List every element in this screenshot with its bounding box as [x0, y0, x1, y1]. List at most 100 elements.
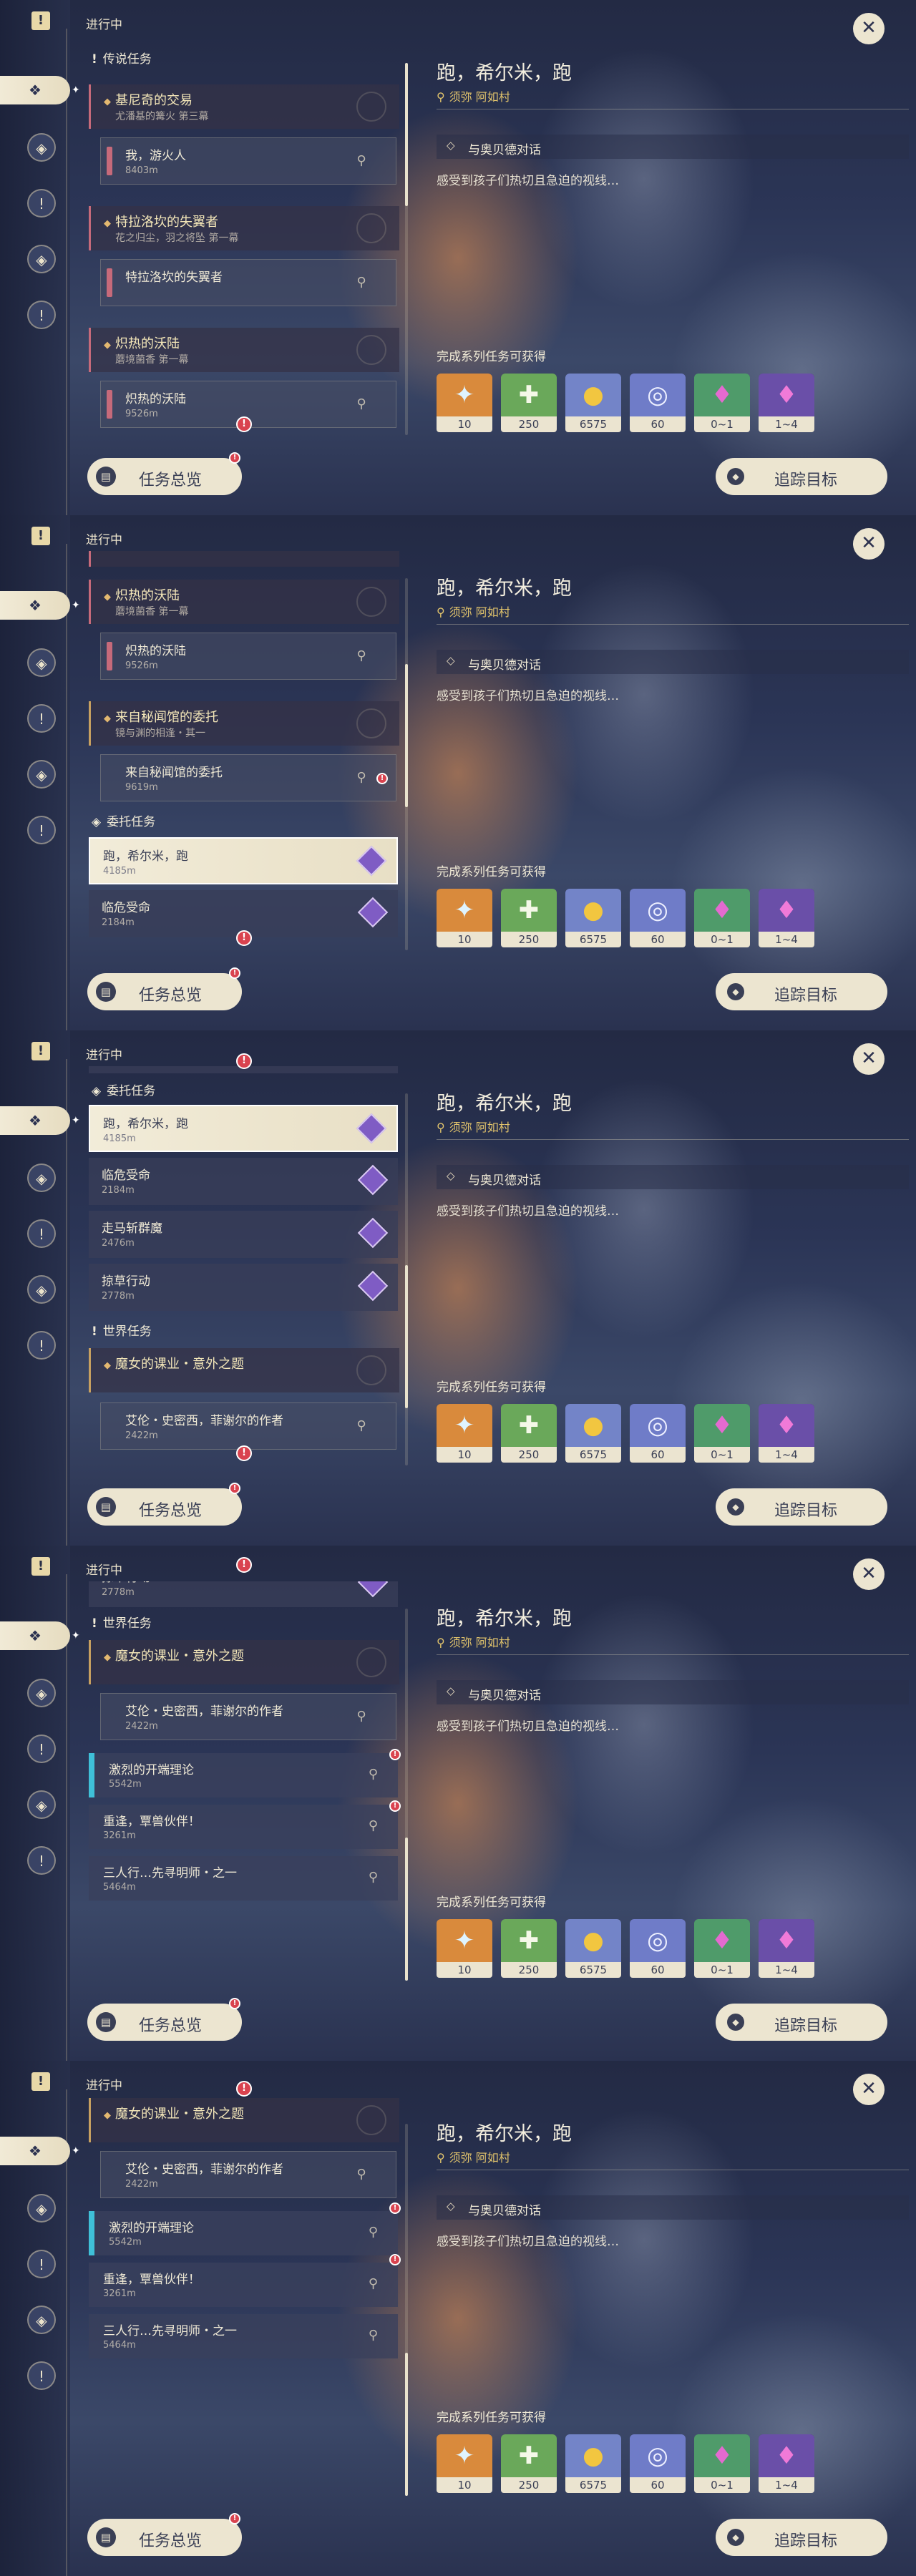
tab-all-quests[interactable]: ❖	[0, 591, 70, 620]
chain-header[interactable]: ◆ 魔女的课业・意外之题	[89, 2098, 399, 2142]
chain-header[interactable]: ◆ 基尼奇的交易 尤潘基的篝火 第三幕	[89, 84, 399, 129]
tab-world[interactable]: !	[27, 816, 56, 844]
track-button[interactable]: ◆ 追踪目标	[716, 2004, 887, 2041]
close-button[interactable]: ✕	[853, 528, 885, 560]
reward-item[interactable]: ✚ 250	[501, 2434, 557, 2493]
quest-entry[interactable]: 炽热的沃陆 9526m ⚲	[100, 633, 396, 680]
world-quest-item[interactable]: 激烈的开端理论 5542m ⚲	[89, 2211, 398, 2255]
tab-commission[interactable]: ◈	[27, 245, 56, 273]
tab-world[interactable]: !	[27, 1846, 56, 1875]
reward-item[interactable]: ♦ 1~4	[759, 1404, 814, 1463]
reward-item[interactable]: ✚ 250	[501, 889, 557, 947]
overview-button[interactable]: ▤ 任务总览 !	[87, 967, 242, 1010]
tab-archon[interactable]: !	[27, 704, 56, 733]
scroll-thumb[interactable]	[405, 1838, 408, 1981]
quest-entry[interactable]: 特拉洛坎的失翼者 ⚲	[100, 259, 396, 306]
scrollbar[interactable]	[405, 2124, 408, 2496]
overview-button[interactable]: ▤ 任务总览 !	[87, 452, 242, 495]
commission-item[interactable]: 掠草行动 2778m	[89, 1264, 398, 1311]
commission-item[interactable]: 掠草行动 2778m	[89, 1581, 398, 1607]
reward-item[interactable]: ◎ 60	[630, 889, 686, 947]
track-button[interactable]: ◆ 追踪目标	[716, 973, 887, 1010]
world-quest-item[interactable]: 激烈的开端理论 5542m ⚲	[89, 1753, 398, 1797]
world-quest-item[interactable]: 三人行…先寻明师・之一 5464m ⚲	[89, 2314, 398, 2358]
reward-item[interactable]: ♦ 0~1	[694, 889, 750, 947]
world-quest-item[interactable]: 重逢，覃兽伙伴！ 3261m ⚲	[89, 1805, 398, 1849]
chain-header[interactable]: ◆ 炽热的沃陆 蘑境菌香 第一幕	[89, 580, 399, 624]
chain-header[interactable]: ◆ 魔女的课业・意外之题	[89, 1640, 399, 1684]
chain-header[interactable]: ◆ 特拉洛坎的失翼者 花之归尘，羽之将坠 第一幕	[89, 206, 399, 250]
reward-item[interactable]: ♦ 0~1	[694, 1404, 750, 1463]
reward-item[interactable]: ● 6575	[565, 1404, 621, 1463]
reward-item[interactable]: ♦ 1~4	[759, 2434, 814, 2493]
track-button[interactable]: ◆ 追踪目标	[716, 458, 887, 495]
tab-all-quests[interactable]: ❖	[0, 1621, 70, 1650]
commission-item[interactable]: 走马斩群魔 2476m	[89, 1211, 398, 1258]
scroll-thumb[interactable]	[405, 1265, 408, 1408]
tab-world[interactable]: !	[27, 2361, 56, 2390]
overview-button[interactable]: ▤ 任务总览 !	[87, 1998, 242, 2041]
scrollbar[interactable]	[405, 578, 408, 950]
reward-item[interactable]: ♦ 0~1	[694, 374, 750, 432]
reward-item[interactable]: ● 6575	[565, 2434, 621, 2493]
scrollbar[interactable]	[405, 1609, 408, 1981]
reward-item[interactable]: ● 6575	[565, 374, 621, 432]
overview-button[interactable]: ▤ 任务总览 !	[87, 1483, 242, 1526]
scrollbar[interactable]	[405, 1093, 408, 1465]
reward-item[interactable]: ✚ 250	[501, 374, 557, 432]
chain-header[interactable]: ◆ 魔女的课业・意外之题	[89, 1348, 399, 1392]
reward-item[interactable]: ✦ 10	[437, 889, 492, 947]
tab-commission[interactable]: ◈	[27, 2306, 56, 2334]
overview-button[interactable]: ▤ 任务总览 !	[87, 2513, 242, 2556]
reward-item[interactable]: ✚ 250	[501, 1919, 557, 1978]
quest-entry[interactable]: 艾伦・史密西，菲谢尔的作者 2422m ⚲	[100, 2151, 396, 2198]
chain-header[interactable]: ◆ 来自秘闻馆的委托 镜与渊的相逢・其一	[89, 701, 399, 746]
tab-all-quests[interactable]: ❖	[0, 76, 70, 104]
scroll-thumb[interactable]	[405, 2353, 408, 2496]
reward-item[interactable]: ◎ 60	[630, 2434, 686, 2493]
reward-item[interactable]: ◎ 60	[630, 1404, 686, 1463]
scroll-thumb[interactable]	[405, 63, 408, 206]
tab-legend[interactable]: ◈	[27, 648, 56, 677]
tab-legend[interactable]: ◈	[27, 133, 56, 162]
commission-item[interactable]: 临危受命 2184m	[89, 1158, 398, 1205]
reward-item[interactable]: ✦ 10	[437, 1919, 492, 1978]
close-button[interactable]: ✕	[853, 2074, 885, 2105]
track-button[interactable]: ◆ 追踪目标	[716, 2519, 887, 2556]
close-button[interactable]: ✕	[853, 13, 885, 44]
reward-item[interactable]: ✦ 10	[437, 374, 492, 432]
quest-entry[interactable]: 我，游火人 8403m ⚲	[100, 137, 396, 185]
quest-entry[interactable]: 艾伦・史密西，菲谢尔的作者 2422m ⚲	[100, 1693, 396, 1740]
tab-all-quests[interactable]: ❖	[0, 1106, 70, 1135]
tab-all-quests[interactable]: ❖	[0, 2137, 70, 2165]
reward-item[interactable]: ✚ 250	[501, 1404, 557, 1463]
chain-header[interactable]	[89, 551, 399, 567]
reward-item[interactable]: ● 6575	[565, 889, 621, 947]
scroll-thumb[interactable]	[405, 664, 408, 807]
reward-item[interactable]: ● 6575	[565, 1919, 621, 1978]
commission-item-selected[interactable]: 跑，希尔米，跑 4185m	[89, 837, 398, 884]
tab-commission[interactable]: ◈	[27, 1275, 56, 1304]
track-button[interactable]: ◆ 追踪目标	[716, 1488, 887, 1526]
tab-archon[interactable]: !	[27, 2250, 56, 2278]
tab-commission[interactable]: ◈	[27, 1790, 56, 1819]
tab-archon[interactable]: !	[27, 189, 56, 218]
reward-item[interactable]: ♦ 0~1	[694, 2434, 750, 2493]
tab-legend[interactable]: ◈	[27, 1163, 56, 1192]
reward-item[interactable]: ◎ 60	[630, 374, 686, 432]
tab-legend[interactable]: ◈	[27, 2194, 56, 2223]
world-quest-item[interactable]: 三人行…先寻明师・之一 5464m ⚲	[89, 1856, 398, 1901]
commission-item-selected[interactable]: 跑，希尔米，跑 4185m	[89, 1105, 398, 1152]
reward-item[interactable]: ✦ 10	[437, 1404, 492, 1463]
reward-item[interactable]: ♦ 1~4	[759, 1919, 814, 1978]
tab-world[interactable]: !	[27, 301, 56, 329]
reward-item[interactable]: ♦ 1~4	[759, 374, 814, 432]
tab-commission[interactable]: ◈	[27, 760, 56, 789]
chain-header[interactable]: ◆ 炽热的沃陆 蘑境菌香 第一幕	[89, 328, 399, 372]
tab-archon[interactable]: !	[27, 1219, 56, 1248]
reward-item[interactable]: ◎ 60	[630, 1919, 686, 1978]
quest-entry[interactable]: 来自秘闻馆的委托 9619m ⚲	[100, 754, 396, 801]
tab-archon[interactable]: !	[27, 1735, 56, 1763]
world-quest-item[interactable]: 重逢，覃兽伙伴！ 3261m ⚲	[89, 2263, 398, 2307]
quest-entry[interactable]: 艾伦・史密西，菲谢尔的作者 2422m ⚲	[100, 1402, 396, 1450]
